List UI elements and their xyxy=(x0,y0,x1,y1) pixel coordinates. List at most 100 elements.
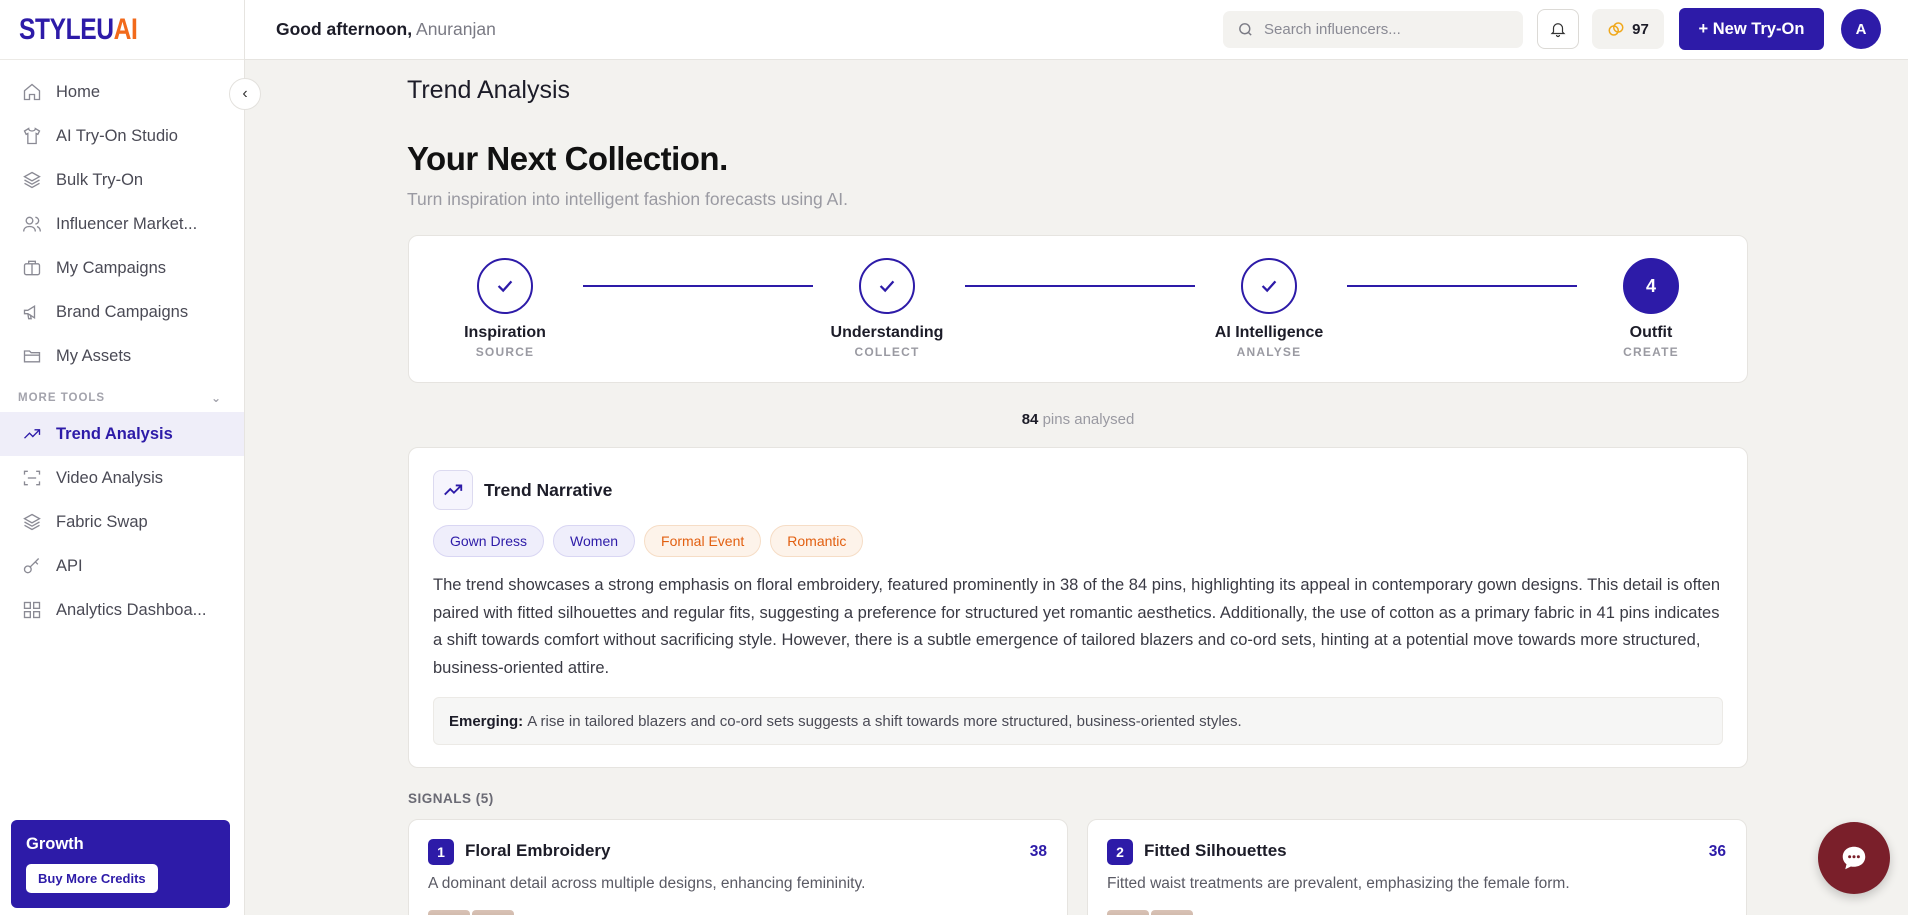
sidebar-item-label: Influencer Market... xyxy=(56,214,198,233)
page-title: Trend Analysis xyxy=(407,76,571,104)
check-icon xyxy=(477,258,533,314)
signal-rank: 1 xyxy=(428,839,454,865)
step-number: 4 xyxy=(1623,258,1679,314)
pins-count: 84 xyxy=(1021,411,1039,428)
hero-title: Your Next Collection. xyxy=(407,140,728,177)
tag-chip[interactable]: Formal Event xyxy=(644,525,762,557)
step-outfit[interactable]: 4 Outfit CREATE xyxy=(1571,258,1731,359)
top-header: Good afternoon, Anuranjan Search influen… xyxy=(245,0,1908,60)
thumbnail-image[interactable] xyxy=(472,910,514,915)
sidebar-item-api[interactable]: API xyxy=(0,544,244,588)
hero-subtitle: Turn inspiration into intelligent fashio… xyxy=(407,189,848,209)
signal-card[interactable]: 1 Floral Embroidery 38 A dominant detail… xyxy=(408,819,1068,915)
sidebar-item-my-assets[interactable]: My Assets xyxy=(0,334,244,378)
pins-label: pins analysed xyxy=(1042,411,1135,428)
sidebar-item-label: Analytics Dashboa... xyxy=(56,600,207,619)
sidebar-item-video-analysis[interactable]: Video Analysis xyxy=(0,456,244,500)
trending-up-icon xyxy=(22,424,42,444)
chevron-down-icon: ⌄ xyxy=(210,391,222,405)
sidebar-item-label: Trend Analysis xyxy=(56,424,173,443)
step-ai-intelligence[interactable]: AI Intelligence ANALYSE xyxy=(1189,258,1349,359)
sidebar-item-label: Fabric Swap xyxy=(56,512,148,531)
progress-stepper: Inspiration SOURCE Understanding COLLECT… xyxy=(408,235,1748,383)
bell-icon xyxy=(1550,23,1566,38)
emerging-text: A rise in tailored blazers and co-ord se… xyxy=(527,712,1242,730)
step-label: AI Intelligence xyxy=(1214,324,1324,341)
plan-name: Growth xyxy=(26,835,84,853)
sidebar-item-label: Home xyxy=(56,82,101,101)
signal-card[interactable]: 2 Fitted Silhouettes 36 Fitted waist tre… xyxy=(1087,819,1747,915)
sidebar-item-ai-try-on-studio[interactable]: AI Try-On Studio xyxy=(0,114,244,158)
main-nav: Home AI Try-On Studio Bulk Try-On Influe… xyxy=(0,60,244,632)
step-understanding[interactable]: Understanding COLLECT xyxy=(807,258,967,359)
notifications-button[interactable] xyxy=(1537,9,1579,49)
sidebar-item-brand-campaigns[interactable]: Brand Campaigns xyxy=(0,290,244,334)
tag-chip[interactable]: Romantic xyxy=(770,525,864,557)
scan-icon xyxy=(22,468,42,488)
sidebar-item-label: My Campaigns xyxy=(56,258,167,277)
signal-description: Fitted waist treatments are prevalent, e… xyxy=(1107,875,1570,892)
signal-count: 36 xyxy=(1708,843,1726,860)
step-sublabel: SOURCE xyxy=(475,345,535,359)
coins-icon xyxy=(1608,22,1624,36)
sidebar-item-trend-analysis[interactable]: Trend Analysis xyxy=(0,412,244,456)
sidebar-item-influencer-market[interactable]: Influencer Market... xyxy=(0,202,244,246)
signal-thumbnails xyxy=(428,910,514,915)
thumbnail-image[interactable] xyxy=(1107,910,1149,915)
step-connector xyxy=(1347,285,1577,287)
brand-logo[interactable]: STYLEUAI xyxy=(0,0,244,60)
pins-analysed: 84 pins analysed xyxy=(408,411,1748,428)
logo-text-part2: AI xyxy=(113,12,138,46)
credits-count: 97 xyxy=(1632,20,1649,38)
more-tools-label: MORE TOOLS xyxy=(18,392,106,404)
growth-plan-card: Growth Buy More Credits xyxy=(11,820,230,908)
signal-description: A dominant detail across multiple design… xyxy=(428,875,866,892)
thumbnail-image[interactable] xyxy=(1151,910,1193,915)
user-name: Anuranjan xyxy=(416,19,496,39)
greeting-text: Good afternoon, xyxy=(276,19,413,39)
briefcase-icon xyxy=(22,258,42,278)
narrative-title: Trend Narrative xyxy=(484,479,613,500)
more-tools-toggle[interactable]: MORE TOOLS ⌄ xyxy=(0,384,244,412)
signal-rank: 2 xyxy=(1107,839,1133,865)
emerging-callout: Emerging: A rise in tailored blazers and… xyxy=(433,697,1723,745)
signal-title: Floral Embroidery xyxy=(465,841,611,860)
step-inspiration[interactable]: Inspiration SOURCE xyxy=(425,258,585,359)
tag-chip[interactable]: Women xyxy=(553,525,636,557)
chat-button[interactable] xyxy=(1818,822,1890,894)
trend-narrative-card: Trend Narrative Gown Dress Women Formal … xyxy=(408,447,1748,768)
sidebar-item-label: Video Analysis xyxy=(56,468,164,487)
signal-thumbnails xyxy=(1107,910,1193,915)
step-sublabel: CREATE xyxy=(1623,345,1679,359)
buy-more-credits-button[interactable]: Buy More Credits xyxy=(26,864,158,893)
step-sublabel: COLLECT xyxy=(854,345,920,359)
layers-icon xyxy=(22,512,42,532)
chevron-left-icon: ‹ xyxy=(242,85,248,102)
chat-bubble-icon xyxy=(1842,846,1866,870)
step-sublabel: ANALYSE xyxy=(1236,345,1302,359)
search-input[interactable]: Search influencers... xyxy=(1223,11,1523,48)
folder-icon xyxy=(22,346,42,366)
signal-title: Fitted Silhouettes xyxy=(1144,841,1287,860)
home-icon xyxy=(22,82,42,102)
thumbnail-image[interactable] xyxy=(428,910,470,915)
sidebar-item-analytics-dashboard[interactable]: Analytics Dashboa... xyxy=(0,588,244,632)
shirt-icon xyxy=(22,126,42,146)
credits-badge[interactable]: 97 xyxy=(1592,9,1664,49)
sidebar-item-my-campaigns[interactable]: My Campaigns xyxy=(0,246,244,290)
search-placeholder: Search influencers... xyxy=(1264,21,1401,38)
sidebar-item-label: Brand Campaigns xyxy=(56,302,189,321)
sidebar-item-fabric-swap[interactable]: Fabric Swap xyxy=(0,500,244,544)
avatar[interactable]: A xyxy=(1841,9,1881,49)
users-icon xyxy=(22,214,42,234)
sidebar-item-home[interactable]: Home xyxy=(0,70,244,114)
tag-list: Gown Dress Women Formal Event Romantic xyxy=(433,525,864,557)
signal-count: 38 xyxy=(1029,843,1047,860)
check-icon xyxy=(1241,258,1297,314)
narrative-header: Trend Narrative xyxy=(433,470,612,510)
sidebar-item-bulk-try-on[interactable]: Bulk Try-On xyxy=(0,158,244,202)
trending-up-icon xyxy=(433,470,473,510)
new-try-on-button[interactable]: + New Try-On xyxy=(1679,8,1824,50)
collapse-sidebar-button[interactable]: ‹ xyxy=(229,78,261,110)
tag-chip[interactable]: Gown Dress xyxy=(433,525,545,557)
